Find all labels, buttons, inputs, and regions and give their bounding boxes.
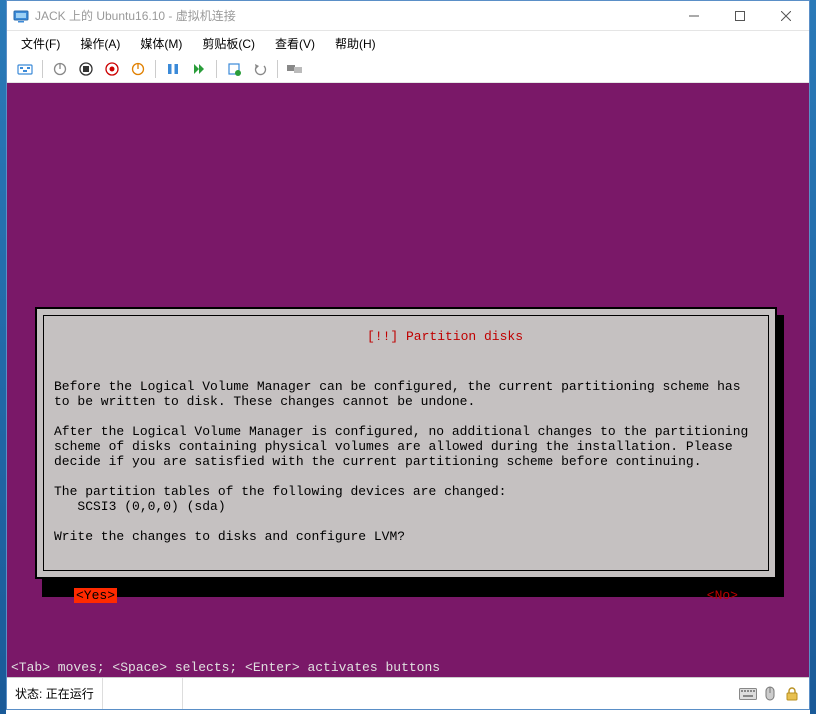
turnoff-button[interactable] — [74, 58, 98, 80]
maximize-button[interactable] — [717, 1, 763, 31]
vm-help-footer: <Tab> moves; <Space> selects; <Enter> ac… — [7, 658, 809, 677]
toolbar-separator — [277, 60, 278, 78]
menu-help[interactable]: 帮助(H) — [327, 32, 384, 55]
dialog-inner: [!!] Partition disks Before the Logical … — [43, 315, 769, 571]
toolbar-separator — [42, 60, 43, 78]
menu-action[interactable]: 操作(A) — [72, 32, 128, 55]
enhanced-session-button[interactable] — [283, 58, 307, 80]
hyperv-window: JACK 上的 Ubuntu16.10 - 虚拟机连接 文件(F) 操作(A) … — [6, 0, 810, 710]
revert-button[interactable] — [248, 58, 272, 80]
pause-button[interactable] — [161, 58, 185, 80]
dialog-para2: After the Logical Volume Manager is conf… — [54, 424, 756, 469]
dialog-question: Write the changes to disks and configure… — [54, 529, 405, 544]
dialog-title-wrap: [!!] Partition disks — [44, 314, 768, 359]
mouse-icon — [761, 686, 779, 702]
window-title: JACK 上的 Ubuntu16.10 - 虚拟机连接 — [35, 7, 671, 24]
minimize-button[interactable] — [671, 1, 717, 31]
dialog-title: [!!] Partition disks — [361, 329, 529, 344]
no-button[interactable]: <No> — [707, 588, 738, 603]
keyboard-icon — [739, 686, 757, 702]
dialog-device: SCSI3 (0,0,0) (sda) — [54, 499, 226, 514]
app-icon — [13, 8, 29, 24]
reset-button[interactable] — [187, 58, 211, 80]
menubar: 文件(F) 操作(A) 媒体(M) 剪贴板(C) 查看(V) 帮助(H) — [7, 31, 809, 55]
shutdown-button[interactable] — [100, 58, 124, 80]
menu-view[interactable]: 查看(V) — [267, 32, 323, 55]
toolbar-separator — [216, 60, 217, 78]
partition-dialog: [!!] Partition disks Before the Logical … — [35, 307, 777, 579]
lock-icon — [783, 686, 801, 702]
start-button[interactable] — [48, 58, 72, 80]
menu-media[interactable]: 媒体(M) — [132, 32, 190, 55]
vm-display[interactable]: [!!] Partition disks Before the Logical … — [7, 83, 809, 677]
status-icons — [739, 686, 809, 702]
dialog-para1: Before the Logical Volume Manager can be… — [54, 379, 748, 409]
window-controls — [671, 1, 809, 31]
status-cell-empty — [103, 678, 183, 709]
status-cell: 状态: 正在运行 — [7, 678, 103, 709]
toolbar-separator — [155, 60, 156, 78]
checkpoint-button[interactable] — [222, 58, 246, 80]
dialog-para3: The partition tables of the following de… — [54, 484, 506, 499]
ctrl-alt-del-button[interactable] — [13, 58, 37, 80]
menu-clipboard[interactable]: 剪贴板(C) — [194, 32, 263, 55]
status-label: 状态: — [15, 685, 42, 702]
statusbar: 状态: 正在运行 — [7, 677, 809, 709]
save-button[interactable] — [126, 58, 150, 80]
dialog-body: Before the Logical Volume Manager can be… — [54, 379, 758, 544]
dialog-buttons: <Yes> <No> — [54, 588, 758, 603]
close-button[interactable] — [763, 1, 809, 31]
toolbar — [7, 55, 809, 83]
menu-file[interactable]: 文件(F) — [13, 32, 68, 55]
status-value: 正在运行 — [46, 685, 94, 702]
desktop-edge-right — [810, 0, 816, 714]
yes-button[interactable]: <Yes> — [74, 588, 117, 603]
titlebar: JACK 上的 Ubuntu16.10 - 虚拟机连接 — [7, 1, 809, 31]
